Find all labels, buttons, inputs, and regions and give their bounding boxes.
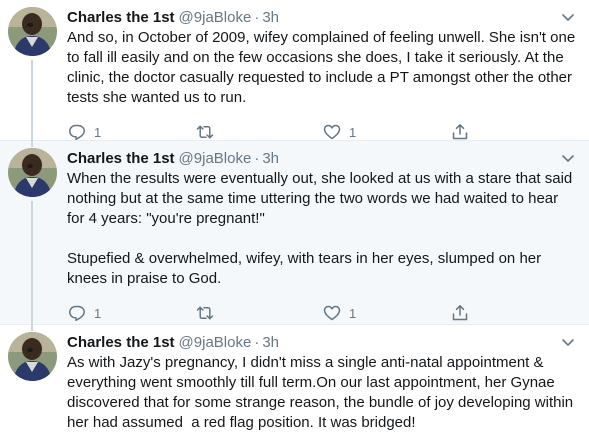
retweet-button[interactable] <box>195 304 323 322</box>
author-name[interactable]: Charles the 1st <box>67 9 175 26</box>
reply-icon <box>69 124 85 141</box>
avatar[interactable] <box>8 7 57 56</box>
tweet-text: And so, in October of 2009, wifey compla… <box>67 29 580 106</box>
separator: · <box>254 334 260 351</box>
share-icon <box>452 305 467 321</box>
retweet-button[interactable] <box>195 123 323 141</box>
tweet[interactable]: Charles the 1st @9jaBloke · 3h And so, in O… <box>0 0 589 141</box>
author-handle[interactable]: @9jaBloke <box>179 150 252 167</box>
avatar[interactable] <box>8 332 57 381</box>
like-button[interactable]: 1 <box>322 304 450 322</box>
author-name[interactable]: Charles the 1st <box>67 150 175 167</box>
profile-photo-icon <box>8 7 57 56</box>
thread-line <box>31 325 33 331</box>
author-handle[interactable]: @9jaBloke <box>179 9 252 26</box>
separator: · <box>254 9 260 26</box>
tweet[interactable]: Charles the 1st @9jaBloke · 3h When the res… <box>0 141 589 325</box>
heart-icon <box>323 305 341 321</box>
timestamp[interactable]: 3h <box>262 150 279 167</box>
thread-line <box>31 60 33 141</box>
separator: · <box>254 150 260 167</box>
profile-photo-icon <box>8 148 57 197</box>
timestamp[interactable]: 3h <box>262 334 279 351</box>
chevron-down-icon[interactable] <box>559 149 577 167</box>
tweet-text: As with Jazy's pregnancy, I didn't miss … <box>67 354 578 431</box>
reply-count: 1 <box>94 124 102 140</box>
profile-photo-icon <box>8 332 57 381</box>
like-count: 1 <box>349 305 357 321</box>
reply-button[interactable]: 1 <box>67 123 195 141</box>
thread-line <box>31 201 33 325</box>
author-handle[interactable]: @9jaBloke <box>179 334 252 351</box>
heart-icon <box>323 124 341 140</box>
retweet-icon <box>196 125 213 139</box>
author-name[interactable]: Charles the 1st <box>67 334 175 351</box>
chevron-down-icon[interactable] <box>559 8 577 26</box>
chevron-down-icon[interactable] <box>559 333 577 351</box>
avatar[interactable] <box>8 148 57 197</box>
thread-line <box>31 141 33 147</box>
share-icon <box>452 124 467 140</box>
reply-button[interactable]: 1 <box>67 304 195 322</box>
tweet-header: Charles the 1st @9jaBloke · 3h <box>67 332 577 353</box>
timestamp[interactable]: 3h <box>262 9 279 26</box>
reply-count: 1 <box>94 305 102 321</box>
tweet-header: Charles the 1st @9jaBloke · 3h <box>67 7 577 28</box>
like-count: 1 <box>349 124 357 140</box>
reply-icon <box>69 305 85 322</box>
tweet-text: When the results were eventually out, sh… <box>67 170 573 287</box>
like-button[interactable]: 1 <box>322 123 450 141</box>
tweet[interactable]: Charles the 1st @9jaBloke · 3h As with Jazy… <box>0 325 589 440</box>
share-button[interactable] <box>450 123 578 141</box>
tweet-header: Charles the 1st @9jaBloke · 3h <box>67 148 577 169</box>
share-button[interactable] <box>450 304 578 322</box>
retweet-icon <box>196 306 213 320</box>
